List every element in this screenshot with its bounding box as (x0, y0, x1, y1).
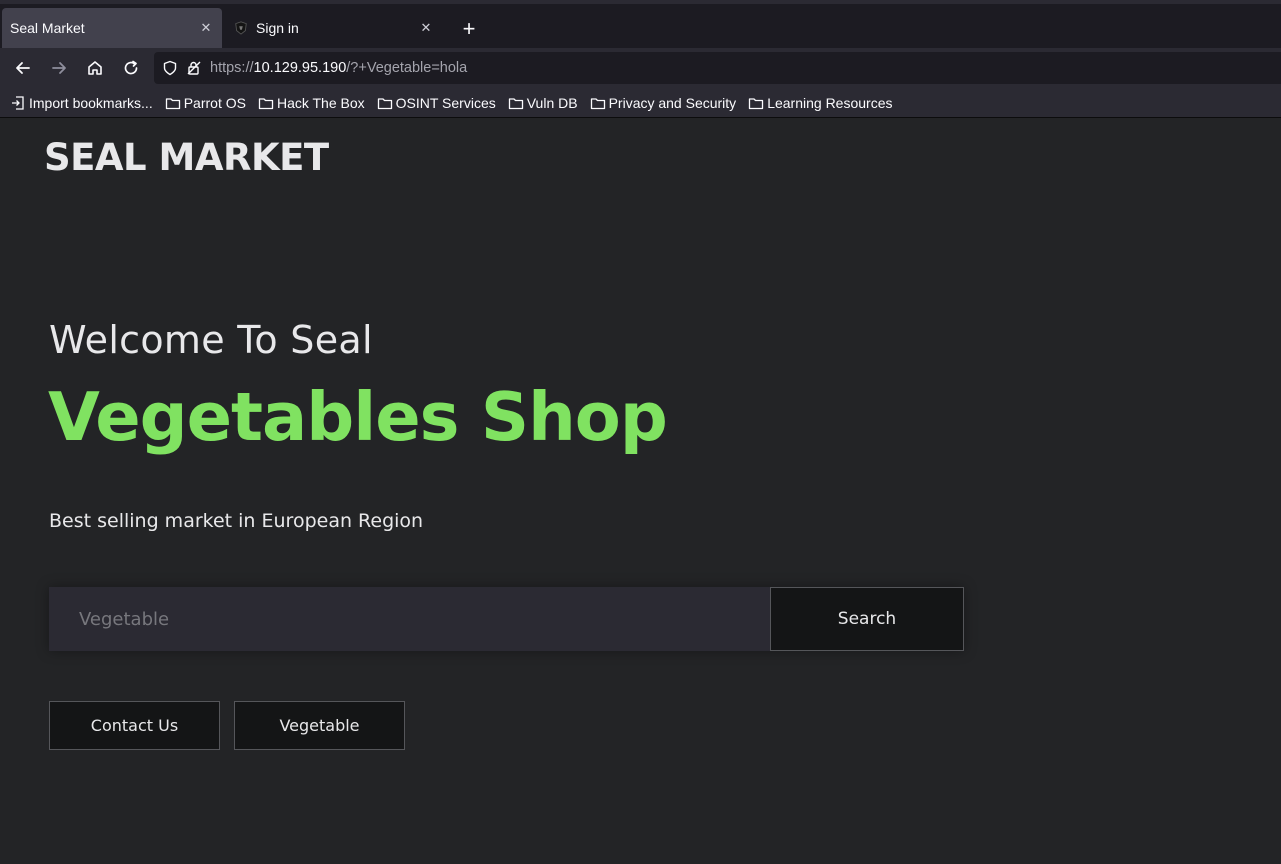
bookmark-label: Learning Resources (767, 94, 893, 111)
vegetable-button[interactable]: Vegetable (234, 701, 405, 750)
search-button[interactable]: Search (770, 587, 964, 651)
url-bar[interactable]: https://10.129.95.190/?+Vegetable=hola (154, 52, 1281, 84)
close-tab-icon[interactable]: ✕ (194, 16, 218, 40)
url-host: 10.129.95.190 (253, 60, 347, 76)
folder-icon (258, 97, 274, 109)
bookmark-folder-parrot-os[interactable]: Parrot OS (165, 95, 246, 111)
folder-icon (377, 97, 392, 109)
import-icon (12, 95, 24, 110)
forward-arrow-icon[interactable] (45, 54, 73, 82)
bookmark-folder-vuln-db[interactable]: Vuln DB (508, 95, 578, 111)
bookmark-folder-hack-the-box[interactable]: Hack The Box (258, 95, 365, 111)
back-arrow-icon[interactable] (9, 54, 37, 82)
tab-strip: Seal Market ✕ Sign in ✕ + (0, 0, 1281, 48)
search-form: Search (49, 587, 964, 651)
url-path: /?+Vegetable=hola (346, 60, 468, 76)
home-icon[interactable] (81, 54, 109, 82)
tab-label: Sign in (256, 20, 299, 36)
site-logo[interactable]: SEAL MARKET (44, 136, 329, 179)
navigation-toolbar: https://10.129.95.190/?+Vegetable=hola (0, 48, 1281, 88)
url-prefix: https:// (210, 60, 254, 76)
close-tab-icon[interactable]: ✕ (414, 16, 438, 40)
tab-sign-in[interactable]: Sign in ✕ (232, 8, 442, 48)
tab-seal-market[interactable]: Seal Market ✕ (2, 8, 222, 48)
gitbucket-favicon-icon (234, 21, 248, 35)
bookmark-label: Vuln DB (526, 94, 578, 111)
bookmark-import[interactable]: Import bookmarks... (10, 95, 153, 111)
insecure-lock-icon[interactable] (184, 58, 204, 78)
bookmark-label: OSINT Services (395, 94, 496, 111)
welcome-heading: Welcome To Seal (49, 318, 373, 362)
new-tab-icon[interactable]: + (456, 16, 482, 42)
bookmark-label: Privacy and Security (608, 94, 737, 111)
folder-icon (508, 97, 523, 109)
shield-icon[interactable] (160, 58, 180, 78)
bookmarks-toolbar: Import bookmarks... Parrot OS Hack The B… (0, 88, 1281, 118)
tab-label: Seal Market (10, 20, 85, 36)
bookmark-label: Hack The Box (276, 94, 365, 111)
folder-icon (590, 97, 605, 109)
bookmark-label: Import bookmarks... (29, 94, 153, 111)
contact-us-button[interactable]: Contact Us (49, 701, 220, 750)
bookmark-folder-learning-resources[interactable]: Learning Resources (748, 95, 892, 111)
hero-title: Vegetables Shop (48, 378, 668, 456)
folder-icon (165, 97, 180, 109)
bookmark-folder-privacy-and-security[interactable]: Privacy and Security (590, 94, 737, 111)
folder-icon (749, 97, 764, 109)
vegetable-search-input[interactable] (49, 587, 770, 651)
bookmark-folder-osint-services[interactable]: OSINT Services (377, 95, 496, 111)
bookmark-label: Parrot OS (183, 94, 246, 111)
reload-icon[interactable] (117, 54, 145, 82)
url-text[interactable]: https://10.129.95.190/?+Vegetable=hola (210, 60, 467, 76)
hero-subtitle: Best selling market in European Region (49, 510, 424, 532)
